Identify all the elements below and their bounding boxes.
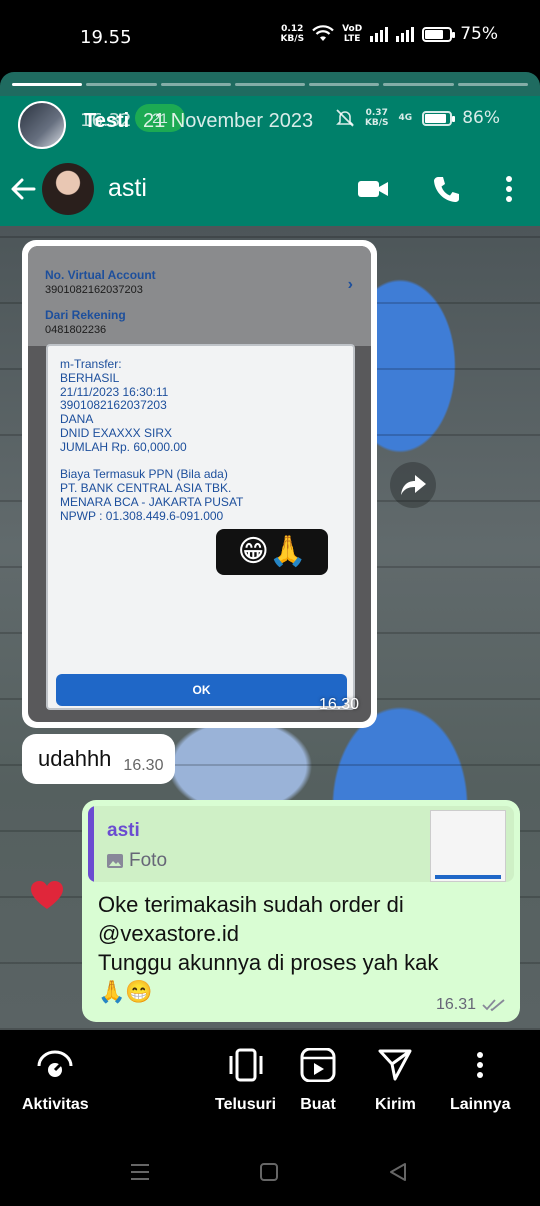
inner-net-speed: 0.37 KB/S (364, 108, 389, 128)
rekening-label: Dari Rekening (45, 308, 126, 322)
outgoing-message-text: Oke terimakasih sudah order di @vexastor… (98, 890, 514, 1006)
message-line: @vexastore.id (98, 921, 239, 946)
inner-indicators: 0.37 KB/S 4G 86% (335, 108, 500, 128)
image-message-time: 16.30 (318, 696, 359, 713)
inner-battery-percent: 86% (462, 108, 500, 128)
story-date: 21 November 2023 (143, 110, 314, 132)
message-line: Tunggu akunnya di proses yah kak (98, 950, 439, 975)
forward-icon (401, 475, 426, 495)
recents-menu-icon[interactable] (130, 1162, 150, 1182)
receipt-line: DNID EXAXXX SIRX (60, 425, 173, 440)
system-status-bar: 19.55 0.12 KB/S VoD LTE 75% (0, 0, 540, 72)
battery-icon (422, 26, 456, 42)
create-button[interactable]: Buat (300, 1048, 336, 1114)
home-square-icon[interactable] (259, 1162, 279, 1182)
incoming-message-time: 16.30 (123, 757, 164, 774)
rekening-value: 0481802236 (45, 324, 107, 336)
progress-segment (383, 83, 454, 86)
contact-avatar[interactable] (42, 163, 94, 215)
image-message-bubble[interactable]: No. Virtual Account 3901082162037203 › D… (22, 240, 377, 728)
receipt-line: MENARA BCA - JAKARTA PUSAT (60, 494, 244, 509)
receipt-line: 3901082162037203 (60, 398, 167, 413)
net-speed: 0.12 KB/S (280, 24, 305, 44)
incoming-text-bubble[interactable]: udahhh 16.30 (22, 734, 176, 784)
story-action-bar: Aktivitas Telusuri Buat Kirim Lainnya (0, 1030, 540, 1130)
receipt-line: DANA (60, 412, 94, 427)
system-time: 19.55 (80, 27, 132, 48)
browse-button[interactable]: Telusuri (215, 1048, 276, 1114)
mute-icon (336, 109, 354, 127)
inner-network: 4G (398, 113, 413, 123)
phone-call-icon[interactable] (432, 174, 460, 204)
va-value: 3901082162037203 (45, 284, 143, 296)
outgoing-text-bubble[interactable]: asti Foto Oke terimakasih sudah order di… (82, 800, 520, 1022)
signal-icon-2 (396, 26, 415, 42)
activity-button[interactable]: Aktivitas (22, 1048, 89, 1114)
receipt-ok-button: OK (56, 674, 347, 706)
receipt-line (60, 455, 243, 469)
receipt-line: 21/11/2023 16:30:11 (60, 384, 169, 399)
activity-label: Aktivitas (22, 1096, 89, 1113)
system-navigation-bar (0, 1140, 540, 1206)
story-screenshot-status: 16.32 21 Testi 21 November 2023 0.37 KB/… (0, 96, 540, 154)
photo-icon (107, 854, 123, 868)
inner-battery-icon (422, 110, 456, 126)
more-label: Lainnya (450, 1096, 511, 1113)
progress-segment (160, 83, 231, 86)
activity-eye-icon (37, 1050, 73, 1077)
va-label: No. Virtual Account (45, 268, 156, 282)
outgoing-message-time: 16.31 (435, 996, 476, 1013)
quoted-sender: asti (107, 820, 140, 841)
outgoing-meta: 16.31 (436, 996, 506, 1014)
progress-segment (457, 83, 528, 86)
message-line: Oke terimakasih sudah order di (98, 892, 404, 917)
story-progress (12, 83, 528, 86)
progress-segment (234, 83, 306, 86)
back-arrow-icon[interactable] (8, 174, 38, 204)
battery-percent: 75% (460, 24, 498, 44)
story-avatar[interactable] (18, 101, 66, 149)
receipt-line: NPWP : 01.308.449.6-091.000 (60, 508, 224, 523)
send-label: Kirim (375, 1096, 416, 1113)
chevron-right-icon: › (347, 276, 353, 293)
contact-name[interactable]: asti (108, 174, 147, 203)
progress-segment (12, 83, 83, 86)
wifi-icon (312, 25, 334, 41)
progress-segment (309, 83, 380, 86)
create-reel-icon (300, 1048, 336, 1082)
progress-segment (86, 83, 157, 86)
chat-header: asti (0, 154, 540, 226)
emoji-sticker: 😁🙏 (216, 529, 328, 575)
story-owner-name[interactable]: Testi (84, 110, 129, 133)
overflow-menu-icon[interactable] (503, 174, 515, 204)
create-label: Buat (300, 1096, 336, 1113)
double-check-icon (482, 999, 505, 1012)
send-button[interactable]: Kirim (375, 1048, 416, 1114)
receipt-line: m-Transfer: (60, 357, 122, 371)
volte-indicator: VoD LTE (342, 24, 363, 44)
browse-icon (229, 1048, 263, 1082)
forward-button[interactable] (390, 462, 436, 508)
system-indicators: 0.12 KB/S VoD LTE 75% (280, 24, 498, 44)
back-triangle-icon[interactable] (388, 1162, 408, 1182)
receipt-line: JUMLAH Rp. 60,000.00 (60, 439, 187, 454)
receipt-line: BERHASIL (60, 370, 120, 385)
signal-icon (370, 26, 389, 42)
quoted-type: Foto (107, 850, 167, 872)
incoming-message-text: udahhh (38, 746, 112, 771)
quoted-message[interactable]: asti Foto (88, 806, 514, 882)
quoted-thumbnail (430, 810, 506, 882)
transfer-receipt-dialog: m-Transfer: BERHASIL 21/11/2023 16:30:11… (46, 344, 355, 710)
send-paper-plane-icon (378, 1049, 412, 1081)
browse-label: Telusuri (215, 1096, 277, 1113)
receipt-line: PT. BANK CENTRAL ASIA TBK. (60, 481, 232, 496)
more-button[interactable]: Lainnya (450, 1048, 510, 1114)
heart-reaction-icon[interactable] (30, 880, 64, 910)
video-call-icon[interactable] (357, 174, 389, 204)
more-options-icon (477, 1052, 484, 1078)
receipt-lines: m-Transfer: BERHASIL 21/11/2023 16:30:11… (60, 357, 244, 524)
transfer-screenshot-image[interactable]: No. Virtual Account 3901082162037203 › D… (28, 246, 371, 722)
receipt-line: Biaya Termasuk PPN (Bila ada) (60, 467, 228, 482)
